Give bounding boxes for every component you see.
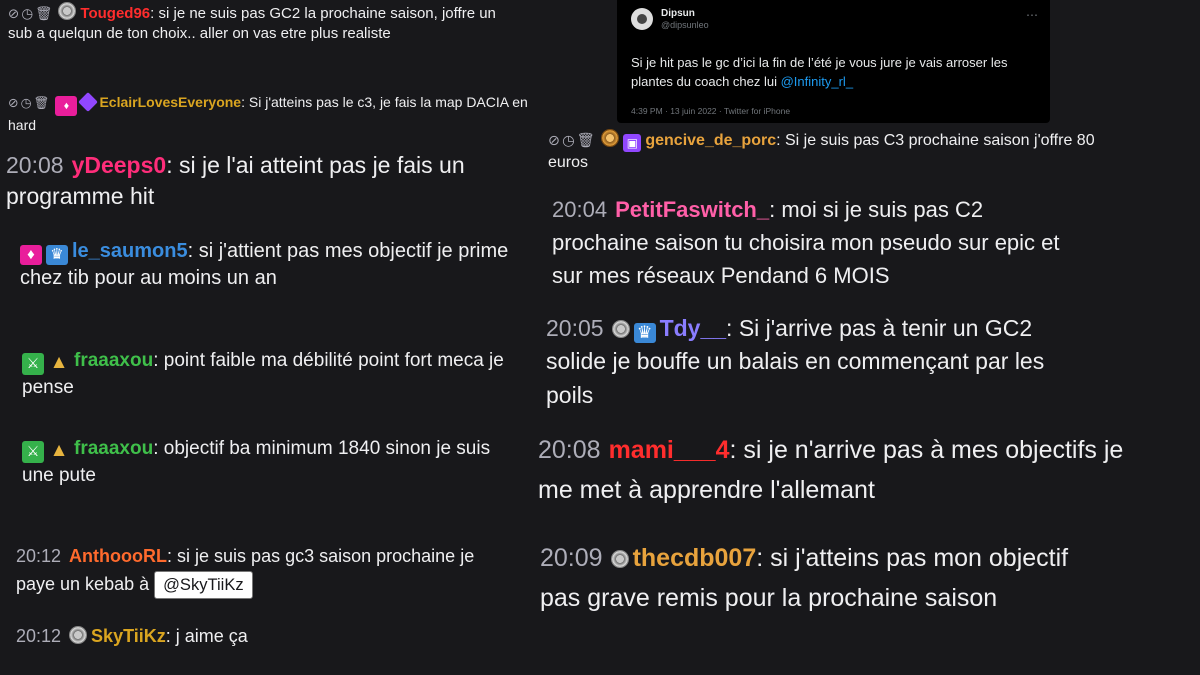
delete-icon[interactable]: 🗑 [577, 133, 595, 149]
chat-username[interactable]: le_saumon5 [72, 240, 188, 262]
sword-badge-icon[interactable]: ⚔ [22, 441, 44, 464]
timeout-icon[interactable]: ◷ [21, 96, 32, 110]
chat-username[interactable]: PetitFaswitch_ [615, 197, 769, 222]
chat-username[interactable]: fraaaxou [74, 438, 153, 459]
ellipsis-icon[interactable]: ⋯ [1026, 8, 1038, 22]
message-text: j aime ça [175, 626, 248, 646]
chat-message: ⚔ ▲ fraaaxou: objectif ba minimum 1840 sin… [22, 436, 522, 489]
chat-username[interactable]: gencive_de_porc [645, 132, 776, 149]
ban-icon[interactable]: ⊘ [8, 6, 19, 21]
username-separator: : [167, 546, 178, 566]
chat-message: 20:04 PetitFaswitch_: moi si je suis pas … [552, 193, 1082, 292]
ban-icon[interactable]: ⊘ [8, 96, 19, 110]
chat-username[interactable]: EclairLovesEveryone [99, 94, 241, 110]
chat-message: ⊘ ◷ 🗑 Touged96: si je ne suis pas GC2 la p… [8, 2, 508, 45]
username-separator: : [166, 152, 179, 178]
message-timestamp: 20:12 [16, 626, 62, 646]
delete-icon[interactable]: 🗑 [34, 96, 50, 110]
chat-message: 20:05 ♛ Tdy__: Si j'arrive pas à tenir un … [546, 312, 1091, 412]
chat-message: 20:08 yDeeps0: si je l'ai atteint pas je … [6, 150, 546, 213]
purple-gem-icon[interactable] [78, 92, 99, 112]
tweet-avatar[interactable] [631, 8, 653, 30]
timeout-icon[interactable]: ◷ [21, 6, 33, 21]
chat-username[interactable]: Tdy__ [660, 315, 726, 341]
username-separator: : [729, 436, 744, 464]
tweet-mention-link[interactable]: @Infinity_rl_ [781, 74, 853, 89]
prime-gem-icon[interactable]: ♦ [55, 96, 78, 117]
tweet-timestamp: 4:39 PM · 13 juin 2022 · Twitter for iPh… [631, 106, 791, 116]
chat-username[interactable]: Touged96 [80, 5, 150, 22]
bits-badge-icon[interactable] [601, 129, 620, 147]
username-separator: : [726, 315, 739, 341]
username-separator: : [769, 197, 782, 222]
bits-badge-icon[interactable] [610, 550, 629, 568]
chat-username[interactable]: yDeeps0 [72, 152, 167, 178]
crown-badge-icon[interactable]: ♛ [633, 322, 656, 343]
chat-username[interactable]: SkyTiiKz [91, 626, 166, 646]
pyramid-badge-icon[interactable]: ▲ [48, 352, 70, 374]
username-separator: : [776, 132, 785, 149]
chat-message: ⊘ ◷ 🗑 ▣ gencive_de_porc: Si je suis pas C3 … [548, 129, 1108, 174]
gift-badge-icon[interactable]: ▣ [623, 134, 642, 152]
message-timestamp: 20:09 [540, 544, 603, 572]
username-separator: : [756, 544, 771, 572]
message-timestamp: 20:05 [546, 315, 604, 341]
chat-username[interactable]: thecdb007 [633, 544, 757, 572]
tweet-card[interactable]: Dipsun @dipsunleo ⋯ Si je hit pas le gc … [617, 0, 1050, 123]
crown-badge-icon[interactable]: ♛ [46, 244, 68, 265]
message-timestamp: 20:04 [552, 197, 608, 222]
chat-username[interactable]: mami___4 [609, 436, 730, 464]
prime-gem-icon[interactable]: ♦ [20, 244, 42, 265]
message-timestamp: 20:08 [538, 436, 601, 464]
chat-message: 20:09 thecdb007: si j'atteins pas mon obj… [540, 538, 1100, 618]
username-separator: : [241, 94, 249, 110]
username-separator: : [153, 438, 164, 459]
chat-message: 20:12 AnthoooRL: si je suis pas gc3 saiso… [16, 543, 486, 599]
ban-icon[interactable]: ⊘ [548, 133, 560, 149]
pyramid-badge-icon[interactable]: ▲ [48, 440, 70, 462]
chat-message: 20:08 mami___4: si je n'arrive pas à mes … [538, 430, 1138, 510]
chat-message: ♦ ♛ le_saumon5: si j'attient pas mes objec… [20, 238, 525, 292]
chat-username[interactable]: fraaaxou [74, 350, 153, 371]
chat-message: ⊘ ◷ 🗑 ♦ EclairLovesEveryone: Si j'atteins p… [8, 92, 548, 135]
timeout-icon[interactable]: ◷ [562, 133, 575, 149]
username-separator: : [165, 626, 176, 646]
mention-chip[interactable]: @SkyTiiKz [154, 570, 253, 599]
bits-badge-icon[interactable] [611, 320, 630, 338]
chat-message: 20:12 SkyTiiKz: j aime ça [16, 624, 486, 648]
message-timestamp: 20:12 [16, 546, 62, 566]
chat-message: ⚔ ▲ fraaaxou: point faible ma débilité poi… [22, 348, 522, 401]
username-separator: : [187, 240, 199, 262]
tweet-text: Si je hit pas le gc d’ici la fin de l’ét… [631, 54, 1041, 92]
tweet-author-name[interactable]: Dipsun [661, 8, 695, 19]
username-separator: : [153, 350, 164, 371]
tweet-author-handle: @dipsunleo [661, 20, 709, 30]
message-timestamp: 20:08 [6, 152, 64, 178]
sword-badge-icon[interactable]: ⚔ [22, 353, 44, 376]
bits-badge-icon[interactable] [69, 626, 88, 644]
delete-icon[interactable]: 🗑 [35, 6, 52, 21]
chat-username[interactable]: AnthoooRL [69, 546, 167, 566]
bits-badge-icon[interactable] [58, 2, 77, 20]
